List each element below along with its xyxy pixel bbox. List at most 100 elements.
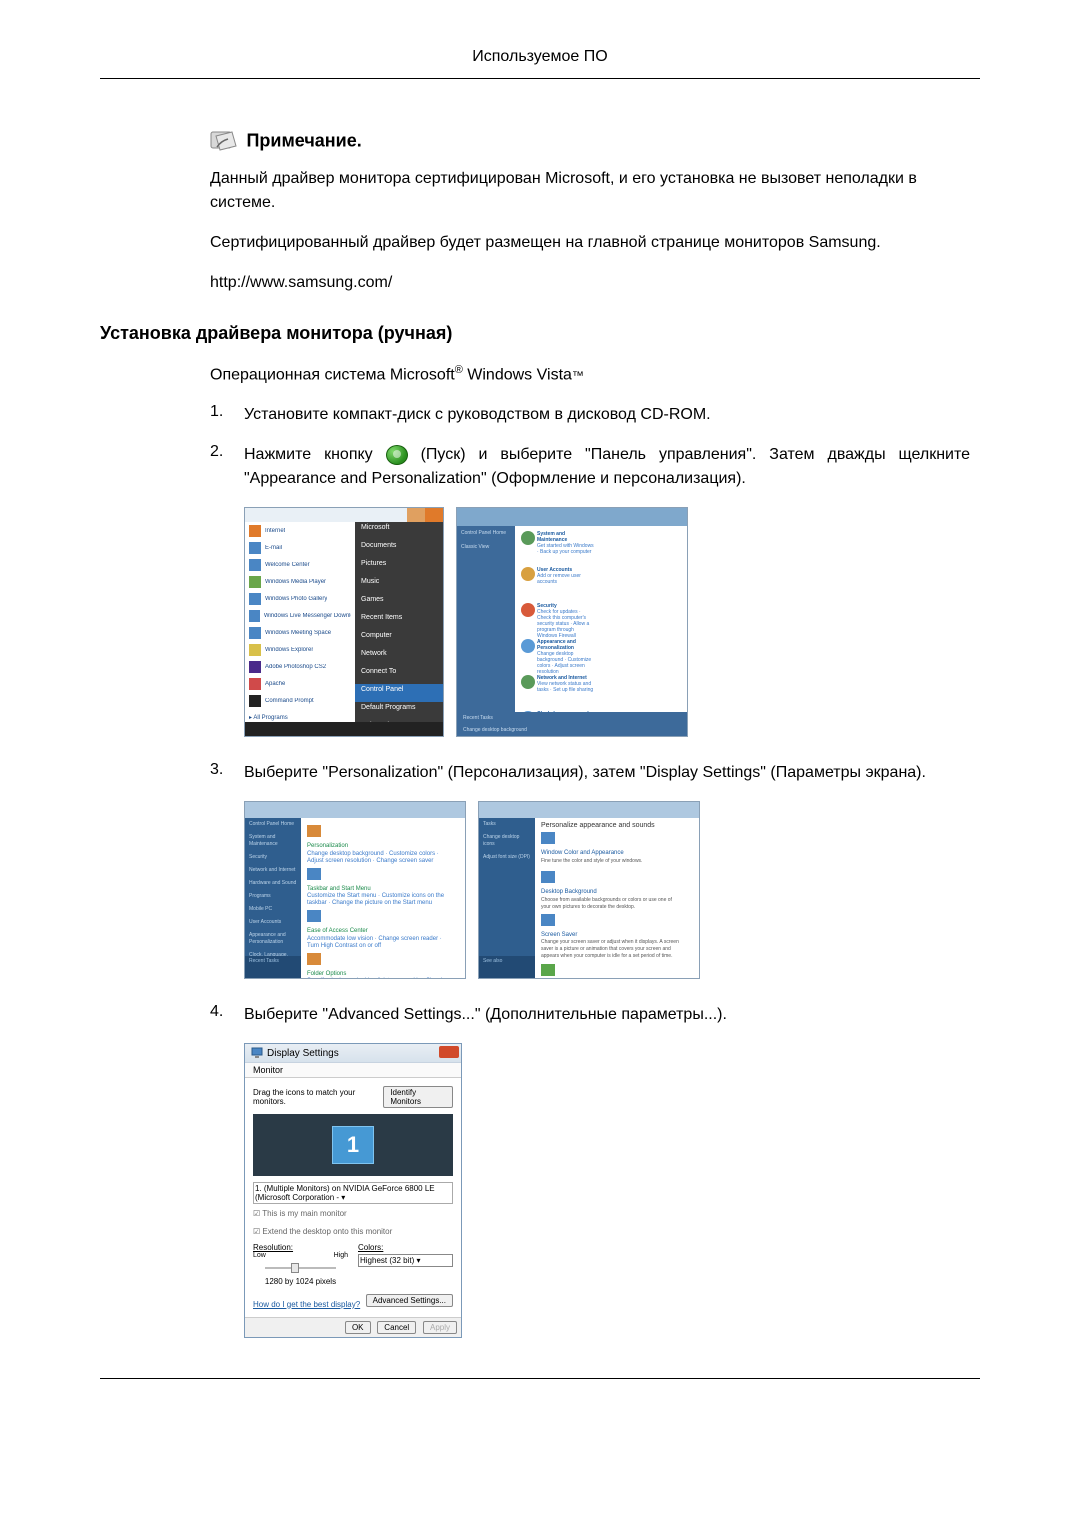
side-link[interactable]: Mobile PC (245, 903, 301, 916)
appearance-item[interactable]: Folder OptionsSpecify single- or double-… (307, 953, 459, 979)
section-heading: Установка драйвера монитора (ручная) (100, 323, 970, 344)
item-icon (307, 825, 321, 837)
category-text: Appearance and PersonalizationChange des… (537, 639, 595, 675)
extend-desktop-checkbox[interactable]: ☑ Extend the desktop onto this monitor (253, 1226, 453, 1237)
tm-mark: ™ (572, 368, 584, 382)
start-menu-item[interactable]: Command Prompt (245, 692, 355, 709)
page-header-title: Используемое ПО (100, 48, 980, 74)
start-menu-item[interactable]: Adobe Photoshop CS2 (245, 658, 355, 675)
item-icon (541, 832, 555, 844)
side-link[interactable]: Security (245, 851, 301, 864)
cp-category[interactable]: Appearance and PersonalizationChange des… (521, 639, 601, 673)
note-icon (210, 129, 238, 153)
item-icon (541, 964, 555, 976)
start-menu-item[interactable]: Windows Meeting Space (245, 624, 355, 641)
side-link[interactable]: System and Maintenance (245, 831, 301, 851)
fig-close-icon (425, 508, 443, 522)
personalization-item[interactable]: Window Color and AppearanceFine tune the… (541, 832, 693, 868)
personalization-item[interactable]: Screen SaverChange your screen saver or … (541, 914, 693, 961)
appearance-item[interactable]: Ease of Access CenterAccommodate low vis… (307, 910, 459, 950)
start-menu-item[interactable]: Windows Photo Gallery (245, 590, 355, 607)
cancel-button[interactable]: Cancel (377, 1321, 416, 1334)
identify-monitors-button[interactable]: Identify Monitors (383, 1086, 453, 1108)
resolution-slider[interactable] (253, 1261, 348, 1275)
start-menu-item[interactable]: E-mail (245, 539, 355, 556)
start-menu-right-item[interactable]: Documents (355, 540, 444, 558)
item-icon (307, 868, 321, 880)
category-text: SecurityCheck for updates · Check this c… (537, 603, 595, 639)
start-menu-item-label: Apache (265, 681, 285, 687)
item-text: Taskbar and Start MenuCustomize the Star… (307, 886, 447, 908)
drag-label: Drag the icons to match your monitors. (253, 1088, 383, 1106)
category-icon (521, 603, 535, 617)
start-menu-right-item[interactable]: Connect To (355, 666, 444, 684)
cp-category[interactable]: SecurityCheck for updates · Check this c… (521, 603, 601, 637)
apply-button[interactable]: Apply (423, 1321, 457, 1334)
category-icon (521, 675, 535, 689)
personalization-item[interactable]: Desktop BackgroundChoose from available … (541, 871, 693, 911)
close-icon[interactable] (439, 1046, 459, 1058)
monitor-select[interactable]: 1. (Multiple Monitors) on NVIDIA GeForce… (253, 1182, 453, 1204)
colors-select[interactable]: Highest (32 bit) ▾ (358, 1254, 453, 1267)
side-link[interactable]: Tasks (479, 818, 535, 831)
appearance-item[interactable]: Taskbar and Start MenuCustomize the Star… (307, 868, 459, 908)
app-icon (249, 525, 261, 537)
ok-button[interactable]: OK (345, 1321, 371, 1334)
start-menu-right-item[interactable]: Control Panel (355, 684, 444, 702)
start-menu-right-item[interactable]: Default Programs (355, 702, 444, 720)
monitor-tab[interactable]: Monitor (245, 1063, 461, 1078)
start-menu-right-item[interactable]: Games (355, 594, 444, 612)
start-menu-item[interactable]: Welcome Center (245, 556, 355, 573)
start-menu-item[interactable]: Internet (245, 522, 355, 539)
figure-appearance-panel: Control Panel HomeSystem and Maintenance… (244, 801, 466, 979)
start-menu-right-item[interactable]: Computer (355, 630, 444, 648)
category-icon (521, 639, 535, 653)
cp-category[interactable]: System and MaintenanceGet started with W… (521, 531, 601, 565)
colors-value: Highest (32 bit) (360, 1256, 414, 1265)
app-icon (249, 610, 260, 622)
main-monitor-checkbox[interactable]: ☑ This is my main monitor (253, 1208, 453, 1219)
cp-category[interactable]: Network and InternetView network status … (521, 675, 601, 709)
personalization-item[interactable]: SoundsChange which sounds are heard when… (541, 964, 693, 980)
start-menu-right-item[interactable]: Recent Items (355, 612, 444, 630)
cp-bot-1: Change desktop background (457, 724, 687, 736)
start-menu-item[interactable]: Windows Media Player (245, 573, 355, 590)
start-menu-item[interactable]: Windows Explorer (245, 641, 355, 658)
item-text: Window Color and AppearanceFine tune the… (541, 850, 681, 864)
cp-side-0: Control Panel Home (457, 526, 515, 540)
start-menu-item[interactable]: Windows Live Messenger Download (245, 607, 355, 624)
side-link[interactable]: Programs (245, 890, 301, 903)
personalization-title: Personalize appearance and sounds (541, 822, 693, 829)
step-2-text-a: Нажмите кнопку (244, 446, 386, 463)
monitor-preview-area[interactable]: 1 (253, 1114, 453, 1176)
advanced-settings-button[interactable]: Advanced Settings... (366, 1294, 453, 1307)
side-link[interactable]: Hardware and Sound (245, 877, 301, 890)
header-divider (100, 78, 980, 79)
start-menu-right-item[interactable]: Music (355, 576, 444, 594)
note-url: http://www.samsung.com/ (210, 271, 970, 295)
item-icon (307, 910, 321, 922)
chk1-label: This is my main monitor (262, 1209, 346, 1218)
side-link[interactable]: Change desktop icons (479, 831, 535, 851)
appearance-item[interactable]: PersonalizationChange desktop background… (307, 825, 459, 865)
app-icon (249, 559, 261, 571)
start-menu-right-item[interactable]: Pictures (355, 558, 444, 576)
note-paragraph-2: Сертифицированный драйвер будет размещен… (210, 231, 970, 255)
monitor-icon (251, 1047, 263, 1059)
side-link[interactable]: Control Panel Home (245, 818, 301, 831)
start-menu-right-item[interactable]: Network (355, 648, 444, 666)
side-link[interactable]: Network and Internet (245, 864, 301, 877)
step-1: 1. Установите компакт-диск с руководство… (210, 403, 970, 427)
f2a-bot-0: Recent Tasks (245, 956, 301, 966)
start-menu-right-item[interactable]: Microsoft (355, 522, 444, 540)
monitor-1-icon[interactable]: 1 (332, 1126, 374, 1164)
cp-category[interactable]: User AccountsAdd or remove user accounts (521, 567, 601, 601)
start-menu-item[interactable]: Apache (245, 675, 355, 692)
help-link[interactable]: How do I get the best display? (253, 1300, 360, 1309)
step-3-num: 3. (210, 761, 244, 785)
side-link[interactable]: Appearance and Personalization (245, 929, 301, 949)
category-text: Network and InternetView network status … (537, 675, 595, 693)
figure-personalization-panel: TasksChange desktop iconsAdjust font siz… (478, 801, 700, 979)
side-link[interactable]: User Accounts (245, 916, 301, 929)
side-link[interactable]: Adjust font size (DPI) (479, 851, 535, 864)
